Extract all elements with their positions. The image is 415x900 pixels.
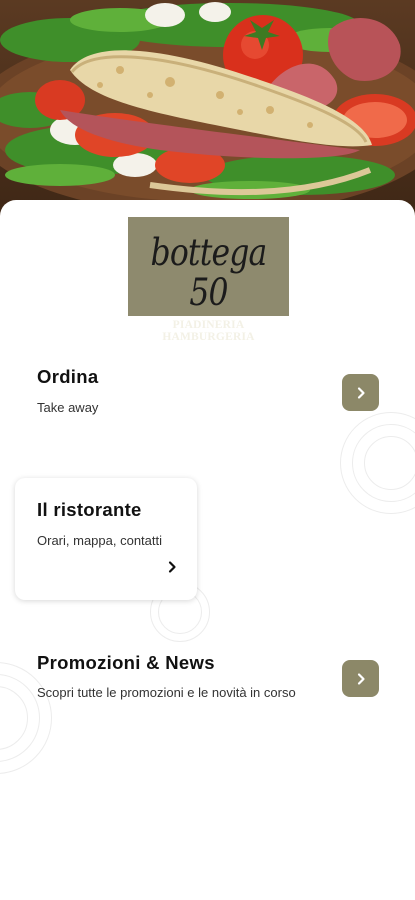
ristorante-title: Il ristorante: [37, 499, 142, 520]
ordina-subtitle: Take away: [37, 400, 99, 415]
chevron-right-icon: [357, 672, 365, 685]
chevron-right-icon[interactable]: [165, 560, 179, 574]
logo-subtitle: PIADINERIA HAMBURGERIA: [162, 319, 255, 343]
ordina-title[interactable]: Ordina: [37, 366, 98, 388]
hero-food-image: [0, 0, 415, 230]
ristorante-card[interactable]: Il ristorante Orari, mappa, contatti: [15, 478, 197, 600]
chevron-right-icon: [357, 386, 365, 399]
ristorante-subtitle: Orari, mappa, contatti: [37, 533, 162, 548]
promozioni-subtitle: Scopri tutte le promozioni e le novità i…: [37, 685, 296, 700]
brand-logo: bottega 50 PIADINERIA HAMBURGERIA: [128, 217, 289, 343]
logo-script-text: bottega 50: [150, 231, 268, 314]
content-sheet: bottega 50 PIADINERIA HAMBURGERIA Ordina…: [0, 200, 415, 900]
promozioni-button[interactable]: [342, 660, 379, 697]
decorative-ring: [364, 436, 415, 490]
ordina-button[interactable]: [342, 374, 379, 411]
promozioni-title[interactable]: Promozioni & News: [37, 652, 215, 674]
